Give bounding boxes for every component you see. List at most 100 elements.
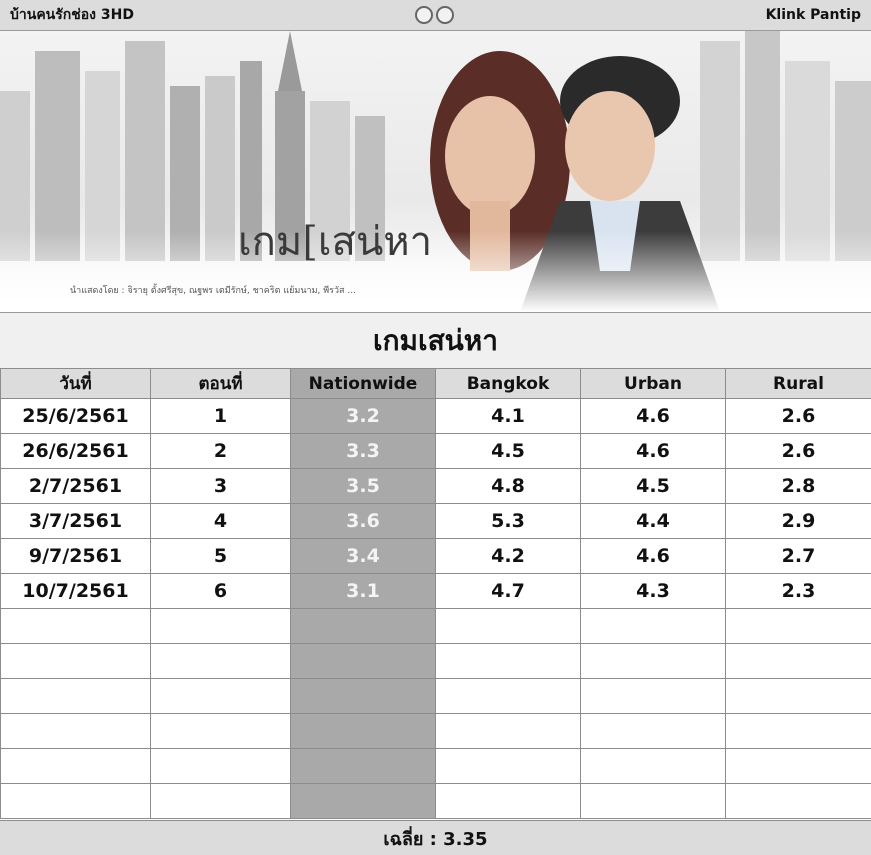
cell-date: 2/7/2561 <box>0 468 151 504</box>
empty-cell <box>150 678 291 714</box>
cell-date: 25/6/2561 <box>0 398 151 434</box>
empty-cell <box>580 678 726 714</box>
empty-cell <box>290 608 436 644</box>
column-header-nationwide: Nationwide <box>290 368 436 399</box>
cell-nationwide: 3.5 <box>290 468 436 504</box>
column-header-bangkok: Bangkok <box>435 368 581 399</box>
cell-episode: 5 <box>150 538 291 574</box>
empty-table-row <box>0 643 871 679</box>
cell-date: 26/6/2561 <box>0 433 151 469</box>
empty-cell <box>725 713 871 749</box>
banner-cast-credits: นำแสดงโดย : จิรายุ ตั้งศรีสุข, ณฐพร เตมี… <box>70 286 356 296</box>
cell-bangkok: 5.3 <box>435 503 581 539</box>
empty-cell <box>150 748 291 784</box>
empty-cell <box>725 608 871 644</box>
cell-urban: 4.6 <box>580 538 726 574</box>
author-name: Klink Pantip <box>765 7 861 23</box>
cell-urban: 4.6 <box>580 433 726 469</box>
cell-bangkok: 4.7 <box>435 573 581 609</box>
empty-cell <box>435 713 581 749</box>
fanpage-name: บ้านคนรักช่อง 3HD <box>10 7 134 23</box>
empty-table-row <box>0 748 871 784</box>
cell-nationwide: 3.6 <box>290 503 436 539</box>
cell-urban: 4.5 <box>580 468 726 504</box>
cell-rural: 2.6 <box>725 398 871 434</box>
empty-cell <box>580 748 726 784</box>
cell-episode: 6 <box>150 573 291 609</box>
empty-cell <box>290 713 436 749</box>
cell-date: 10/7/2561 <box>0 573 151 609</box>
ratings-table-body: 25/6/2561 1 3.2 4.1 4.6 2.6 26/6/2561 2 3.3 4.5 4.… <box>0 398 871 819</box>
empty-cell <box>0 608 151 644</box>
table-title: เกมเสน่หา <box>0 312 871 368</box>
empty-cell <box>435 608 581 644</box>
column-header-date: วันที่ <box>0 368 151 399</box>
table-row: 3/7/2561 4 3.6 5.3 4.4 2.9 <box>0 503 871 539</box>
cell-rural: 2.8 <box>725 468 871 504</box>
banner-title: เกม[เสน่หา <box>238 219 433 265</box>
empty-cell <box>290 748 436 784</box>
cell-bangkok: 4.2 <box>435 538 581 574</box>
cell-rural: 2.6 <box>725 433 871 469</box>
cell-urban: 4.3 <box>580 573 726 609</box>
cell-nationwide: 3.4 <box>290 538 436 574</box>
column-header-episode: ตอนที่ <box>150 368 291 399</box>
empty-table-row <box>0 608 871 644</box>
average-rating: เฉลี่ย : 3.35 <box>0 820 871 855</box>
empty-cell <box>290 678 436 714</box>
empty-cell <box>435 643 581 679</box>
cell-episode: 2 <box>150 433 291 469</box>
empty-cell <box>150 643 291 679</box>
table-row: 26/6/2561 2 3.3 4.5 4.6 2.6 <box>0 433 871 469</box>
empty-cell <box>435 783 581 819</box>
empty-cell <box>150 713 291 749</box>
table-row: 25/6/2561 1 3.2 4.1 4.6 2.6 <box>0 398 871 434</box>
empty-cell <box>725 643 871 679</box>
empty-cell <box>580 608 726 644</box>
empty-table-row <box>0 783 871 819</box>
banner-artwork <box>0 31 871 312</box>
empty-cell <box>150 608 291 644</box>
empty-cell <box>0 783 151 819</box>
ratings-table: วันที่ ตอนที่ Nationwide Bangkok Urban R… <box>0 368 871 819</box>
column-header-rural: Rural <box>725 368 871 399</box>
empty-cell <box>0 748 151 784</box>
empty-cell <box>725 678 871 714</box>
cell-bangkok: 4.1 <box>435 398 581 434</box>
cell-rural: 2.3 <box>725 573 871 609</box>
cell-episode: 1 <box>150 398 291 434</box>
empty-cell <box>435 748 581 784</box>
cell-episode: 4 <box>150 503 291 539</box>
cell-urban: 4.6 <box>580 398 726 434</box>
cell-nationwide: 3.1 <box>290 573 436 609</box>
empty-cell <box>0 643 151 679</box>
empty-cell <box>435 678 581 714</box>
column-header-urban: Urban <box>580 368 726 399</box>
table-row: 2/7/2561 3 3.5 4.8 4.5 2.8 <box>0 468 871 504</box>
drama-banner: เกม[เสน่หา นำแสดงโดย : จิรายุ ตั้งศรีสุข… <box>0 31 871 312</box>
cell-date: 3/7/2561 <box>0 503 151 539</box>
empty-cell <box>580 713 726 749</box>
cell-episode: 3 <box>150 468 291 504</box>
cell-rural: 2.7 <box>725 538 871 574</box>
table-row: 9/7/2561 5 3.4 4.2 4.6 2.7 <box>0 538 871 574</box>
table-header-row: วันที่ ตอนที่ Nationwide Bangkok Urban R… <box>0 368 871 399</box>
empty-cell <box>580 643 726 679</box>
cell-nationwide: 3.2 <box>290 398 436 434</box>
empty-table-row <box>0 713 871 749</box>
empty-cell <box>725 783 871 819</box>
channel3-logo-icon <box>415 5 463 25</box>
empty-cell <box>0 678 151 714</box>
cell-urban: 4.4 <box>580 503 726 539</box>
empty-cell <box>725 748 871 784</box>
cell-bangkok: 4.8 <box>435 468 581 504</box>
empty-cell <box>150 783 291 819</box>
empty-cell <box>580 783 726 819</box>
empty-table-row <box>0 678 871 714</box>
cell-bangkok: 4.5 <box>435 433 581 469</box>
empty-cell <box>290 783 436 819</box>
cell-rural: 2.9 <box>725 503 871 539</box>
table-row: 10/7/2561 6 3.1 4.7 4.3 2.3 <box>0 573 871 609</box>
cell-nationwide: 3.3 <box>290 433 436 469</box>
cell-date: 9/7/2561 <box>0 538 151 574</box>
